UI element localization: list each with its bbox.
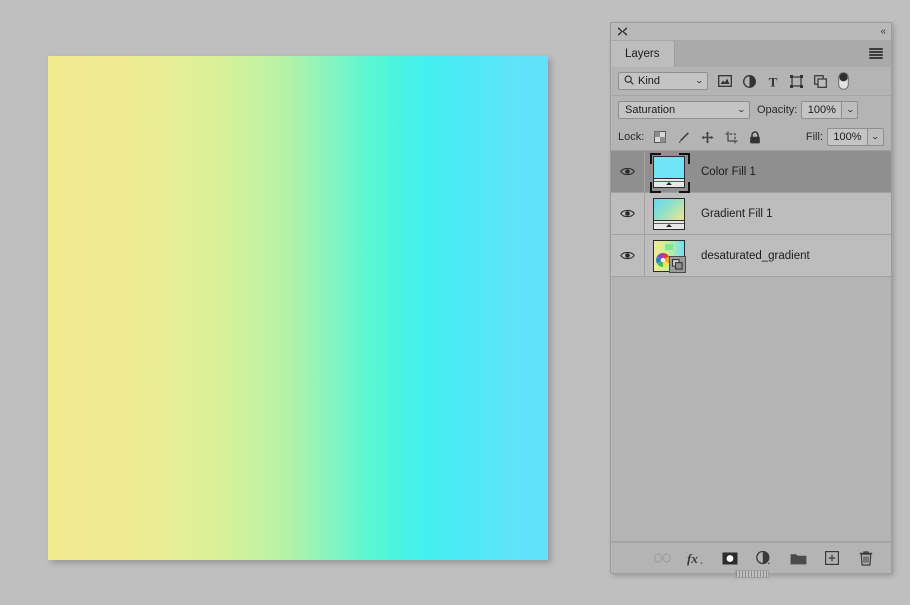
- filter-smartobject-icon[interactable]: [814, 74, 827, 88]
- thumbnail-slider: [654, 177, 684, 187]
- layer-name[interactable]: desaturated_gradient: [701, 250, 810, 262]
- lock-transparent-pixels-icon[interactable]: [654, 131, 667, 143]
- filter-type-icon[interactable]: T: [767, 75, 779, 88]
- thumbnail-slider: [654, 219, 684, 229]
- layer-thumbnail-wrap[interactable]: [650, 152, 690, 193]
- tab-layers[interactable]: Layers: [611, 41, 675, 67]
- chevron-down-icon: ⌄: [870, 132, 881, 141]
- delete-layer-button[interactable]: [857, 549, 875, 567]
- layer-visibility-toggle[interactable]: [611, 235, 645, 276]
- lock-fill-row: Lock: Fill: 100% ⌄: [611, 124, 891, 151]
- close-icon[interactable]: [617, 26, 628, 37]
- new-layer-plus-icon: [825, 551, 839, 565]
- opacity-value: 100%: [807, 104, 836, 116]
- link-layers-button[interactable]: [653, 549, 671, 567]
- layer-thumbnail[interactable]: [653, 197, 685, 230]
- eye-icon: [620, 167, 635, 176]
- blend-mode-select[interactable]: Saturation ⌄: [618, 101, 750, 119]
- svg-text:fx: fx: [687, 551, 698, 566]
- opacity-stepper[interactable]: ⌄: [841, 101, 859, 119]
- collapse-panel-icon[interactable]: «: [880, 27, 885, 37]
- panel-resize-grip[interactable]: [735, 570, 769, 578]
- layers-panel-footer: fx: [611, 542, 891, 578]
- eye-icon: [620, 251, 635, 260]
- lock-icons-group: [654, 130, 761, 144]
- layer-style-button[interactable]: fx: [687, 549, 705, 567]
- layer-thumbnail[interactable]: [650, 152, 690, 193]
- lock-artboard-nesting-icon[interactable]: [725, 131, 738, 144]
- opacity-input[interactable]: 100%: [801, 101, 842, 119]
- layer-mask-button[interactable]: [721, 549, 739, 567]
- layer-name[interactable]: Color Fill 1: [701, 166, 756, 178]
- layer-list: Color Fill 1 Gradient Fill 1 desaturated…: [611, 151, 891, 542]
- layer-thumbnail-wrap[interactable]: [653, 197, 685, 230]
- mask-icon: [722, 552, 738, 564]
- chevron-down-icon: ⌄: [736, 105, 747, 114]
- gradient-artwork: [48, 56, 548, 560]
- lock-all-icon[interactable]: [749, 130, 761, 144]
- svg-text:T: T: [769, 75, 778, 88]
- lock-label: Lock:: [618, 131, 645, 143]
- smart-object-badge: [669, 255, 686, 273]
- filter-kind-label: Kind: [638, 75, 661, 87]
- adjustment-layer-button[interactable]: [755, 549, 773, 567]
- search-icon: [624, 75, 634, 88]
- document-canvas[interactable]: [48, 56, 548, 560]
- blend-mode-value: Saturation: [625, 104, 676, 116]
- fill-stepper[interactable]: ⌄: [867, 128, 884, 146]
- panel-tab-strip: Layers: [611, 41, 891, 67]
- fx-icon: fx: [687, 551, 703, 566]
- fill-value: 100%: [833, 131, 862, 143]
- table-row[interactable]: Color Fill 1: [611, 151, 891, 193]
- filter-kind-select[interactable]: Kind ⌄: [618, 72, 708, 90]
- folder-icon: [790, 553, 806, 564]
- layer-thumbnail-wrap[interactable]: [653, 239, 686, 273]
- thumbnail-overlay-square: [665, 243, 673, 250]
- layer-thumbnail[interactable]: [653, 239, 686, 273]
- layer-name[interactable]: Gradient Fill 1: [701, 208, 773, 220]
- lock-position-icon[interactable]: [701, 131, 714, 144]
- chevron-down-icon: ⌄: [845, 105, 855, 114]
- opacity-label: Opacity:: [757, 104, 798, 116]
- chevron-down-icon: ⌄: [694, 76, 705, 85]
- filter-adjustment-icon[interactable]: [743, 74, 756, 88]
- adjustment-circle-icon: [756, 550, 770, 565]
- filter-type-icons: T: [718, 72, 849, 90]
- thumbnail-artwork: [654, 156, 684, 178]
- fill-input[interactable]: 100%: [827, 128, 867, 146]
- filter-toggle-switch[interactable]: [838, 72, 849, 90]
- lock-image-pixels-icon[interactable]: [677, 131, 690, 144]
- panel-menu-icon[interactable]: [869, 48, 883, 59]
- blend-opacity-row: Saturation ⌄ Opacity: 100% ⌄: [611, 96, 891, 124]
- link-icon: [653, 553, 671, 563]
- new-group-button[interactable]: [789, 549, 807, 567]
- table-row[interactable]: Gradient Fill 1: [611, 193, 891, 235]
- layer-filter-row: Kind ⌄ T: [611, 67, 891, 96]
- trash-icon: [859, 550, 873, 566]
- thumbnail-artwork: [654, 198, 684, 220]
- fill-label: Fill:: [805, 131, 823, 143]
- layers-panel: « Layers Kind ⌄ T Saturation ⌄ Opacity: …: [610, 22, 892, 578]
- tab-layers-label: Layers: [625, 48, 660, 60]
- table-row[interactable]: desaturated_gradient: [611, 235, 891, 277]
- filter-pixel-icon[interactable]: [718, 75, 732, 87]
- new-layer-button[interactable]: [823, 549, 841, 567]
- eye-icon: [620, 209, 635, 218]
- layer-visibility-toggle[interactable]: [611, 151, 645, 192]
- layer-visibility-toggle[interactable]: [611, 193, 645, 234]
- panel-titlebar: «: [611, 23, 891, 41]
- filter-shape-icon[interactable]: [790, 74, 803, 88]
